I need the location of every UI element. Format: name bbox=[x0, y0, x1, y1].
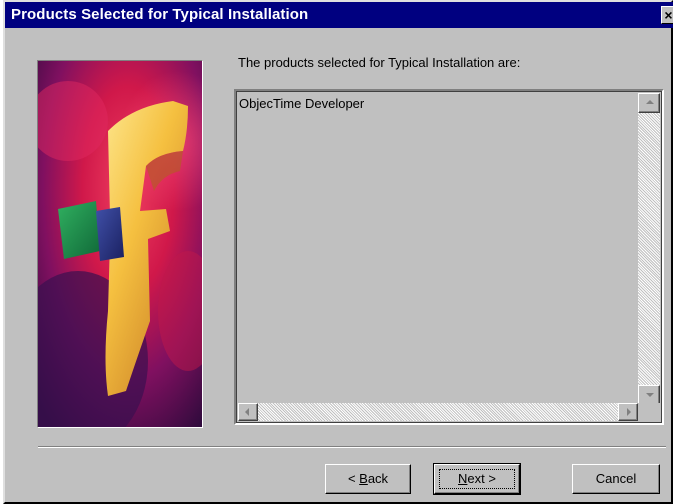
scrollbar-corner bbox=[638, 403, 660, 421]
close-icon: × bbox=[664, 7, 673, 23]
scroll-down-button[interactable] bbox=[638, 385, 660, 405]
arrow-right-icon bbox=[627, 408, 631, 416]
next-button[interactable]: Next > bbox=[433, 463, 521, 495]
vertical-scrollbar[interactable] bbox=[638, 93, 660, 405]
arrow-up-icon bbox=[646, 100, 654, 104]
installer-graphic-icon bbox=[38, 61, 202, 427]
arrow-left-icon bbox=[245, 408, 249, 416]
cancel-button[interactable]: Cancel bbox=[572, 464, 660, 494]
back-button-label: < Back bbox=[347, 471, 389, 486]
arrow-down-icon bbox=[646, 393, 654, 397]
scroll-right-button[interactable] bbox=[618, 403, 638, 421]
window-title: Products Selected for Typical Installati… bbox=[11, 6, 309, 23]
horizontal-scrollbar[interactable] bbox=[238, 403, 638, 421]
products-listbox[interactable]: ObjecTime Developer bbox=[234, 89, 664, 425]
scroll-left-button[interactable] bbox=[238, 403, 258, 421]
installer-dialog: Products Selected for Typical Installati… bbox=[3, 0, 673, 504]
separator-line bbox=[38, 446, 666, 448]
title-bar[interactable]: Products Selected for Typical Installati… bbox=[5, 2, 673, 28]
cancel-button-label: Cancel bbox=[595, 471, 637, 486]
scroll-up-button[interactable] bbox=[638, 93, 660, 113]
next-button-label: Next > bbox=[458, 471, 496, 486]
installer-graphic-image bbox=[37, 60, 203, 428]
close-button[interactable]: × bbox=[661, 6, 673, 24]
list-item[interactable]: ObjecTime Developer bbox=[239, 96, 364, 111]
back-button[interactable]: < Back bbox=[325, 464, 411, 494]
products-heading: The products selected for Typical Instal… bbox=[238, 55, 521, 70]
